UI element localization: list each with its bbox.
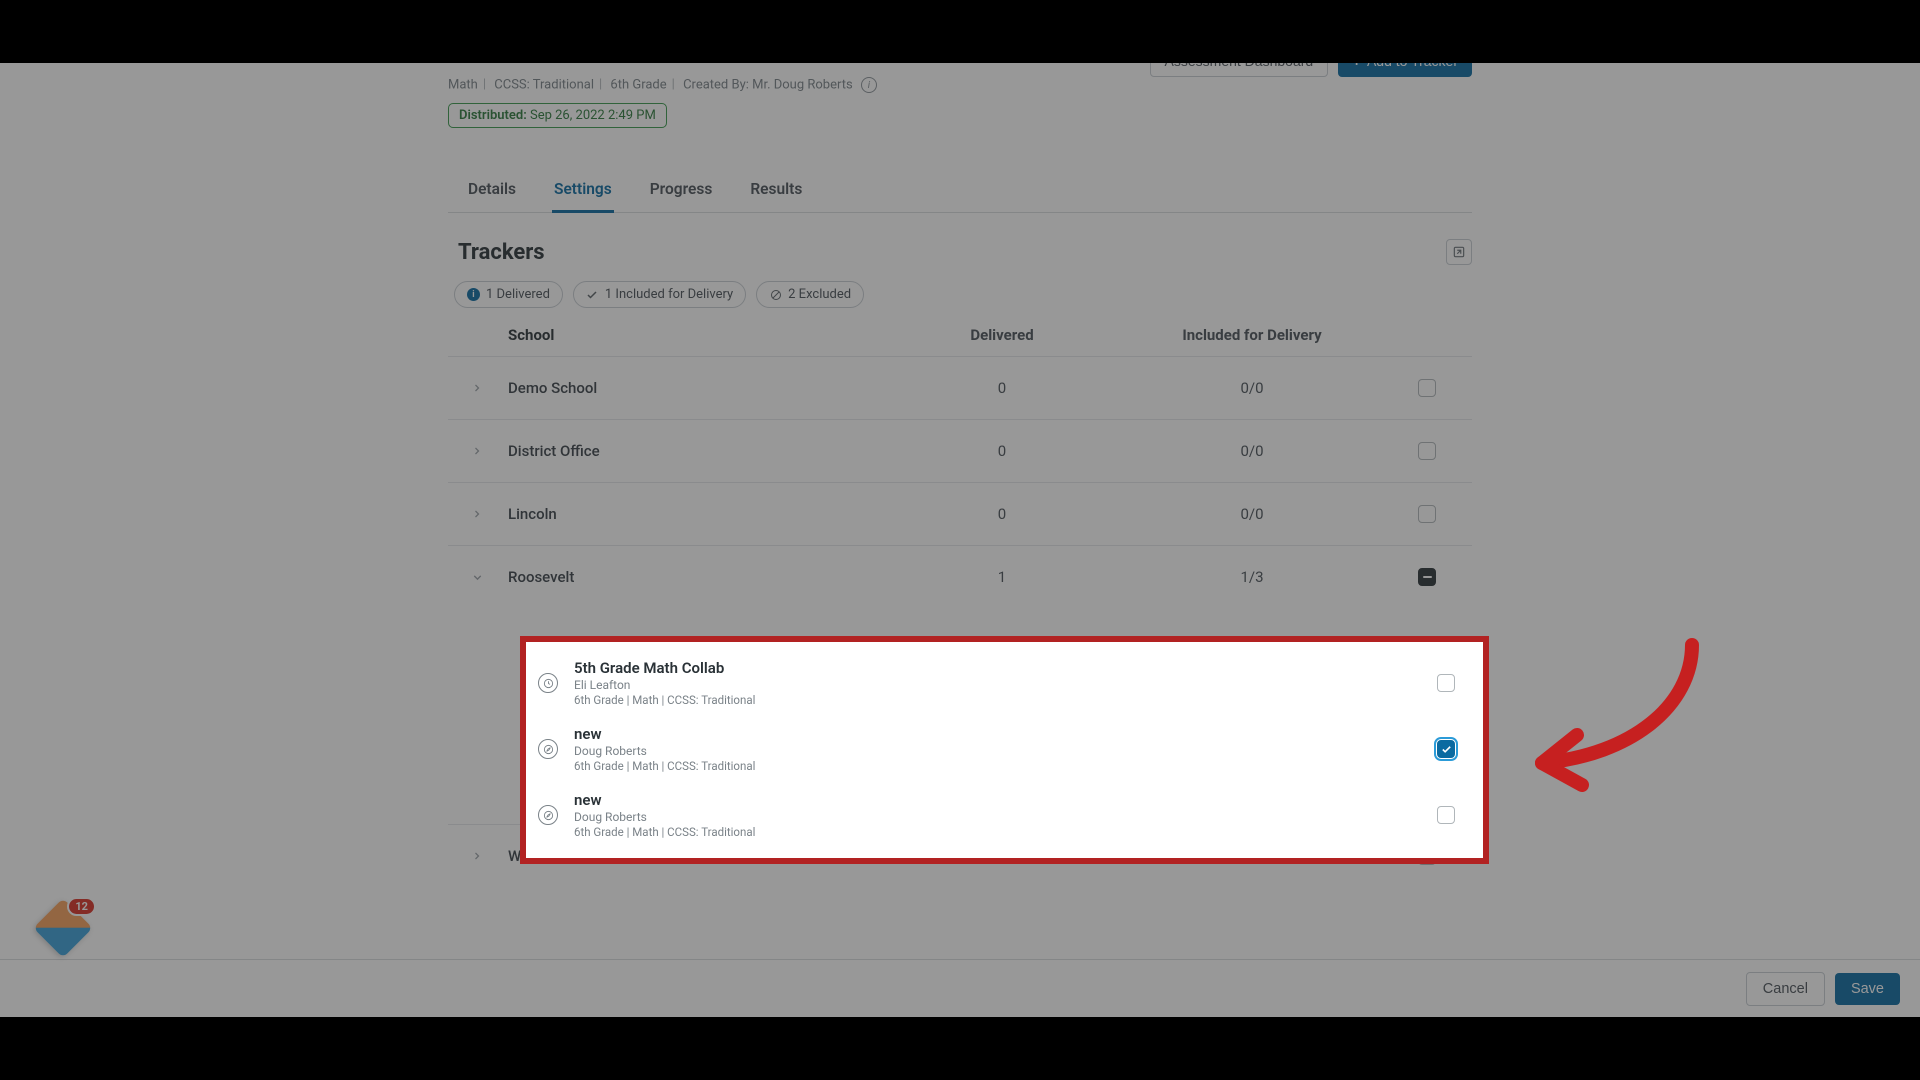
filter-excluded[interactable]: 2 Excluded bbox=[756, 281, 864, 308]
tab-results[interactable]: Results bbox=[748, 170, 804, 212]
app-frame: Assessment Dashboard +Add to Tracker Mat… bbox=[0, 63, 1920, 1017]
filter-included[interactable]: 1 Included for Delivery bbox=[573, 281, 746, 308]
tracker-title: 5th Grade Math Collab bbox=[574, 659, 1397, 677]
tab-details[interactable]: Details bbox=[466, 170, 518, 212]
table-row[interactable]: Roosevelt 1 1/3 bbox=[448, 545, 1472, 608]
clock-icon bbox=[538, 673, 558, 693]
tracker-checkbox-checked[interactable] bbox=[1437, 740, 1455, 758]
table-header: School Delivered Included for Delivery bbox=[448, 308, 1472, 356]
info-icon[interactable]: i bbox=[861, 77, 877, 93]
chevron-right-icon[interactable] bbox=[468, 442, 486, 460]
row-checkbox[interactable] bbox=[1418, 379, 1436, 397]
tracker-item[interactable]: 5th Grade Math Collab Eli Leafton 6th Gr… bbox=[538, 650, 1467, 716]
letterbox-bottom bbox=[0, 1017, 1920, 1080]
excluded-icon bbox=[769, 288, 782, 301]
filter-delivered[interactable]: i1 Delivered bbox=[454, 281, 563, 308]
tab-settings[interactable]: Settings bbox=[552, 170, 614, 213]
tracker-title: new bbox=[574, 791, 1397, 809]
info-dot-icon: i bbox=[467, 288, 480, 301]
tracker-title: new bbox=[574, 725, 1397, 743]
tracker-checkbox[interactable] bbox=[1437, 806, 1455, 824]
notification-count: 12 bbox=[67, 897, 96, 916]
chevron-right-icon[interactable] bbox=[468, 379, 486, 397]
table-row[interactable]: District Office 0 0/0 bbox=[448, 419, 1472, 482]
tab-progress[interactable]: Progress bbox=[648, 170, 715, 212]
check-icon bbox=[586, 288, 599, 301]
row-checkbox[interactable] bbox=[1418, 505, 1436, 523]
notification-widget[interactable]: 12 bbox=[40, 903, 86, 949]
tracker-checkbox[interactable] bbox=[1437, 674, 1455, 692]
tracker-meta: 6th Grade | Math | CCSS: Traditional bbox=[574, 825, 1397, 839]
row-checkbox[interactable] bbox=[1418, 442, 1436, 460]
col-included: Included for Delivery bbox=[1112, 326, 1392, 344]
tracker-item[interactable]: new Doug Roberts 6th Grade | Math | CCSS… bbox=[538, 716, 1467, 782]
chevron-down-icon[interactable] bbox=[468, 568, 486, 586]
tabs: Details Settings Progress Results bbox=[448, 170, 1472, 213]
row-checkbox-indeterminate[interactable] bbox=[1418, 568, 1436, 586]
tracker-author: Doug Roberts bbox=[574, 744, 1397, 758]
compass-icon bbox=[538, 805, 558, 825]
cancel-button[interactable]: Cancel bbox=[1746, 972, 1825, 1006]
col-delivered: Delivered bbox=[892, 326, 1112, 344]
annotation-arrow-icon bbox=[1492, 625, 1712, 795]
chevron-right-icon[interactable] bbox=[468, 505, 486, 523]
distributed-badge: Distributed: Sep 26, 2022 2:49 PM bbox=[448, 103, 667, 128]
highlighted-tracker-list: 5th Grade Math Collab Eli Leafton 6th Gr… bbox=[520, 636, 1489, 864]
col-school: School bbox=[508, 326, 892, 344]
tracker-item[interactable]: new Doug Roberts 6th Grade | Math | CCSS… bbox=[538, 782, 1467, 848]
chevron-right-icon[interactable] bbox=[468, 847, 486, 865]
tracker-author: Eli Leafton bbox=[574, 678, 1397, 692]
table-row[interactable]: Lincoln 0 0/0 bbox=[448, 482, 1472, 545]
section-title: Trackers bbox=[448, 240, 545, 265]
tracker-author: Doug Roberts bbox=[574, 810, 1397, 824]
footer-bar: Cancel Save bbox=[0, 959, 1920, 1017]
tracker-meta: 6th Grade | Math | CCSS: Traditional bbox=[574, 759, 1397, 773]
compass-icon bbox=[538, 739, 558, 759]
letterbox-top bbox=[0, 0, 1920, 63]
expand-all-button[interactable] bbox=[1446, 239, 1472, 265]
table-row[interactable]: Demo School 0 0/0 bbox=[448, 356, 1472, 419]
tracker-meta: 6th Grade | Math | CCSS: Traditional bbox=[574, 693, 1397, 707]
save-button[interactable]: Save bbox=[1835, 973, 1900, 1005]
